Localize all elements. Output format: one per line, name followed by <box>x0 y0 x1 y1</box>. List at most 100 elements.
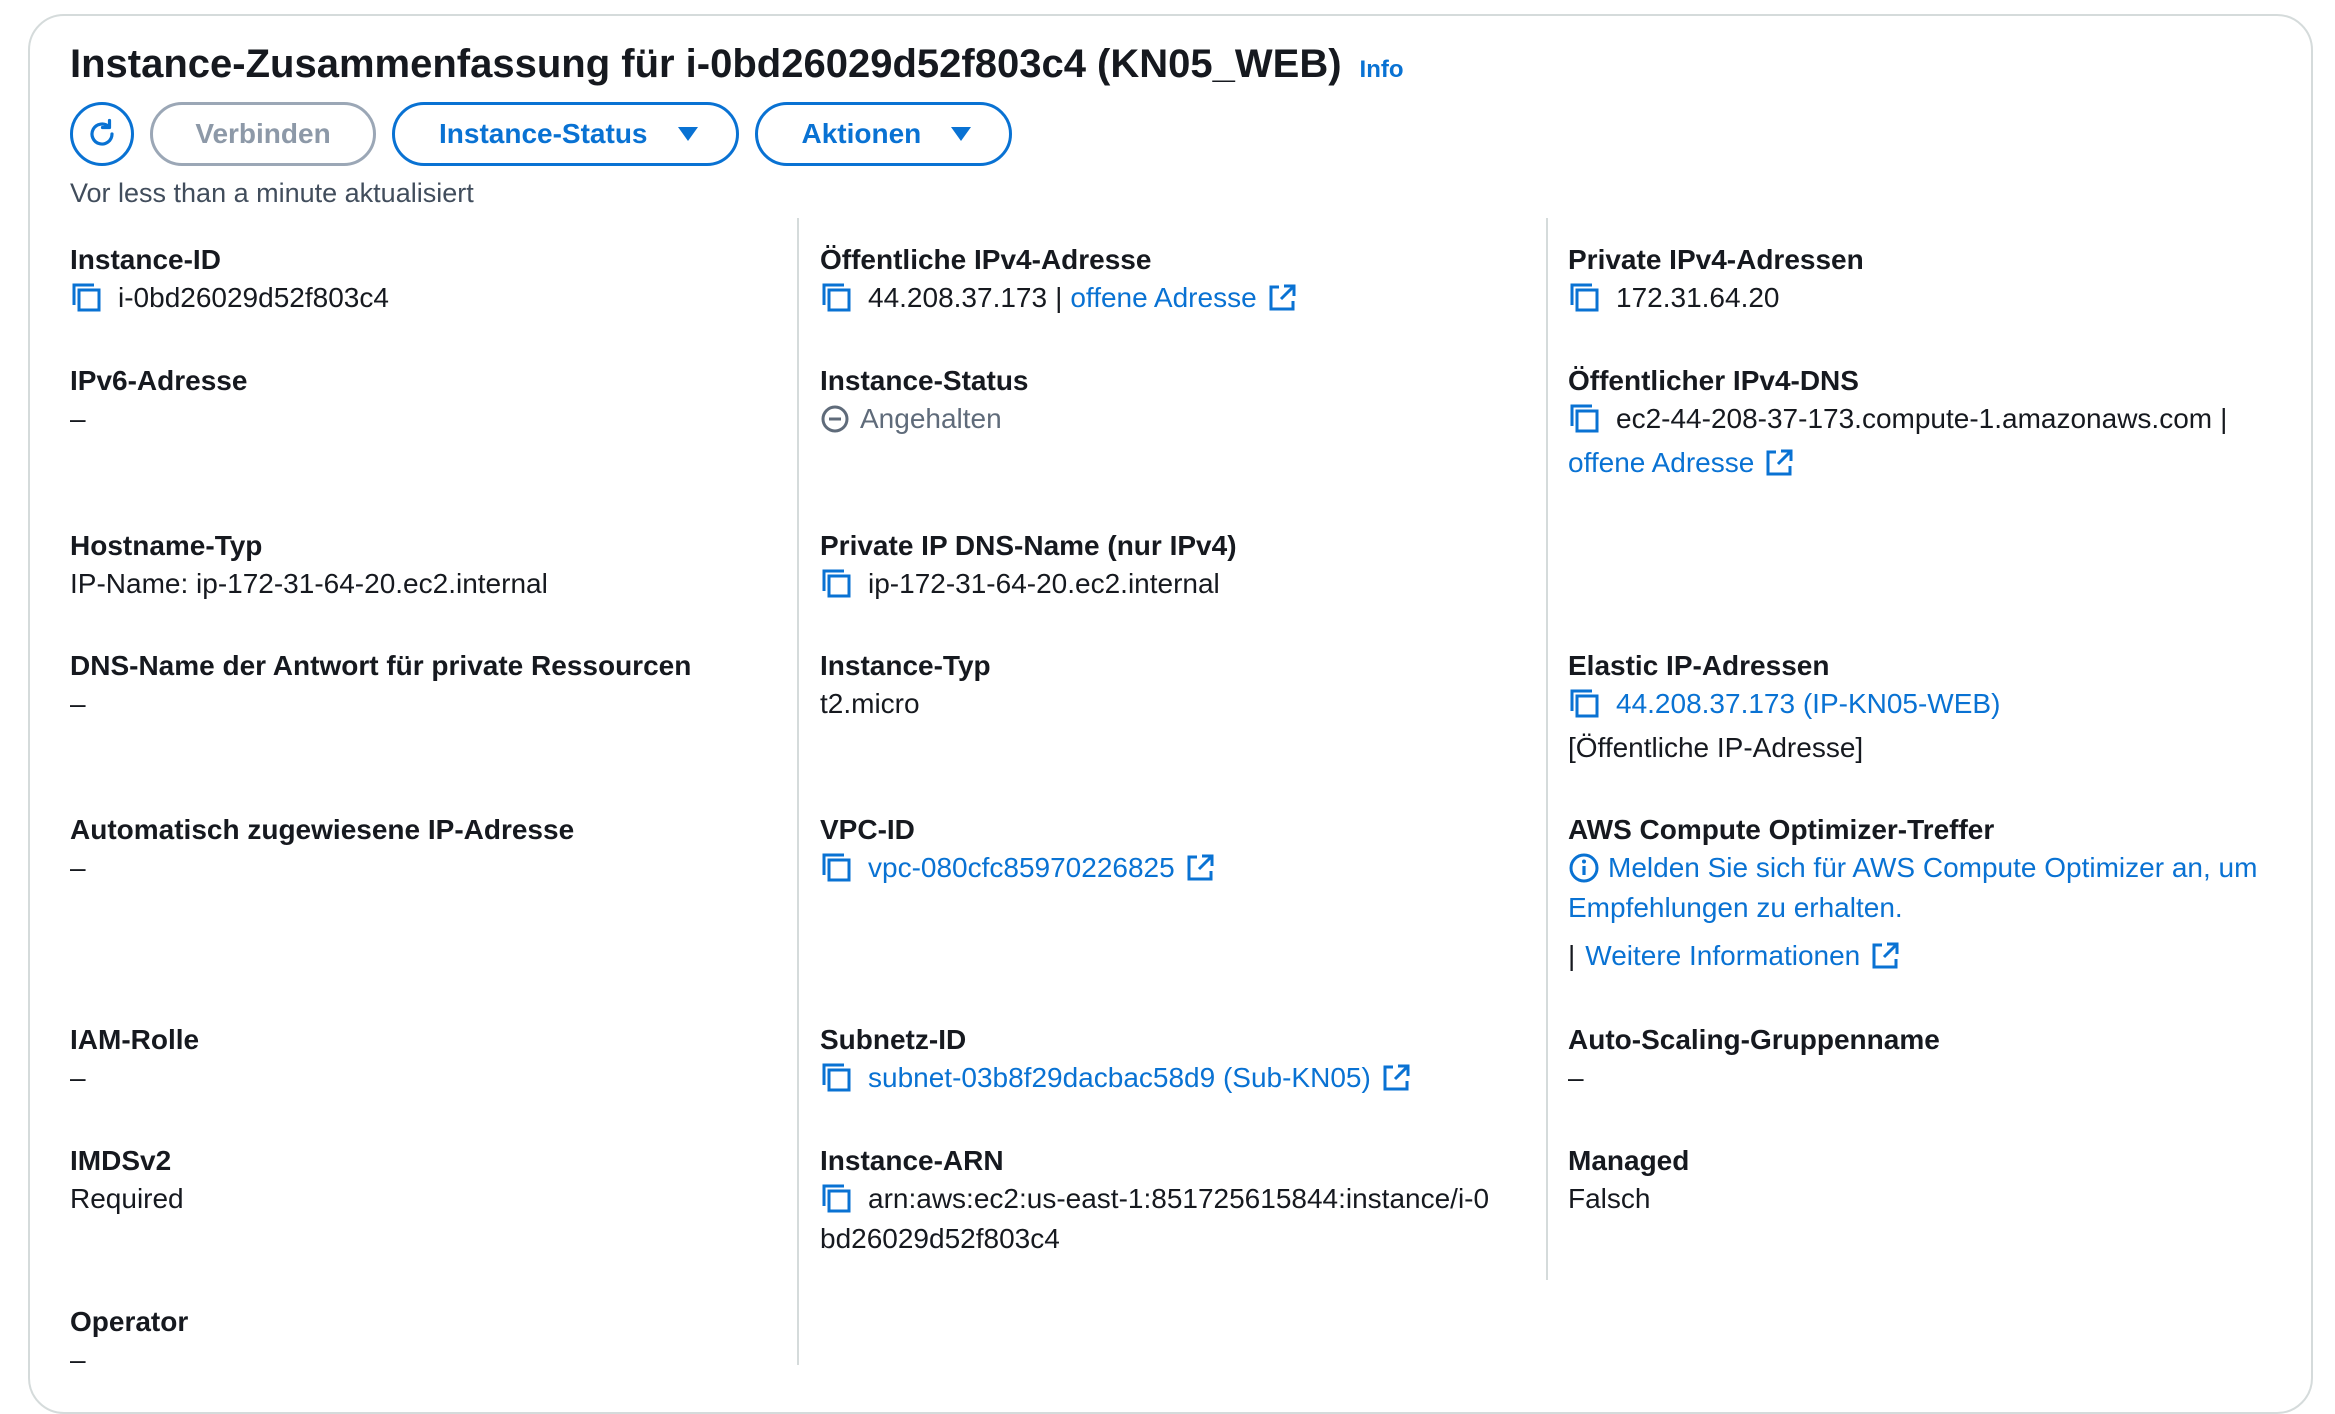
vpc-id-link[interactable]: vpc-080cfc85970226825 <box>868 848 1175 888</box>
field-label: Instance-Status <box>820 365 1029 396</box>
field-label: Öffentliche IPv4-Adresse <box>820 244 1152 275</box>
copy-icon[interactable] <box>820 1061 854 1095</box>
copy-icon[interactable] <box>820 281 854 315</box>
field-hostname-type: Hostname-Typ IP-Name: ip-172-31-64-20.ec… <box>70 528 548 604</box>
field-label: Managed <box>1568 1145 1690 1176</box>
subnet-id-link[interactable]: subnet-03b8f29dacbac58d9 (Sub-KN05) <box>868 1058 1371 1098</box>
field-value-row: 44.208.37.173 | offene Adresse <box>820 278 1297 318</box>
field-value-row: offene Adresse <box>1568 443 2235 483</box>
field-label: Automatisch zugewiesene IP-Adresse <box>70 814 575 845</box>
copy-icon[interactable] <box>820 1182 854 1216</box>
field-managed: Managed Falsch <box>1568 1143 1689 1219</box>
elastic-ip-link[interactable]: 44.208.37.173 (IP-KN05-WEB) <box>1616 684 2000 724</box>
actions-dropdown[interactable]: Aktionen <box>754 102 1013 166</box>
optimizer-signup-link[interactable]: Melden Sie sich für AWS Compute Optimize… <box>1608 848 2257 888</box>
elastic-ip-note: [Öffentliche IP-Adresse] <box>1568 732 1864 763</box>
external-link-icon[interactable] <box>1764 448 1794 478</box>
field-auto-scaling-group: Auto-Scaling-Gruppenname – <box>1568 1022 1940 1098</box>
field-imdsv2: IMDSv2 Required <box>70 1143 184 1219</box>
info-icon <box>1569 853 1599 883</box>
column-divider <box>1546 218 1548 1280</box>
field-label: Private IP DNS-Name (nur IPv4) <box>820 530 1237 561</box>
field-value-row: 44.208.37.173 (IP-KN05-WEB) <box>1568 684 2000 724</box>
field-iam-role: IAM-Rolle – <box>70 1022 199 1098</box>
copy-icon[interactable] <box>820 851 854 885</box>
field-value-row: Angehalten <box>820 399 1029 439</box>
field-label: Elastic IP-Adressen <box>1568 650 1830 681</box>
field-label: Öffentlicher IPv4-DNS <box>1568 365 1859 396</box>
field-private-dns: Private IP DNS-Name (nur IPv4) ip-172-31… <box>820 528 1237 604</box>
instance-status-value: Angehalten <box>860 403 1002 434</box>
field-public-ipv4: Öffentliche IPv4-Adresse 44.208.37.173 |… <box>820 242 1297 318</box>
field-label: Operator <box>70 1306 189 1337</box>
field-label: Private IPv4-Adressen <box>1568 244 1864 275</box>
managed-value: Falsch <box>1568 1183 1651 1214</box>
field-value-row: | Weitere Informationen <box>1568 936 2257 976</box>
field-label: IPv6-Adresse <box>70 365 248 396</box>
field-compute-optimizer: AWS Compute Optimizer-Treffer Melden Sie… <box>1568 812 2257 976</box>
field-operator: Operator – <box>70 1304 188 1380</box>
iam-role-value: – <box>70 1062 86 1093</box>
field-label: Subnetz-ID <box>820 1024 967 1055</box>
external-link-icon[interactable] <box>1870 941 1900 971</box>
header: Instance-Zusammenfassung für i-0bd26029d… <box>70 42 1404 87</box>
field-instance-type: Instance-Typ t2.micro <box>820 648 991 724</box>
field-label: VPC-ID <box>820 814 915 845</box>
field-label: IAM-Rolle <box>70 1024 200 1055</box>
field-value-row: ec2-44-208-37-173.compute-1.amazonaws.co… <box>1568 399 2235 439</box>
field-value-row: 172.31.64.20 <box>1568 278 1864 318</box>
field-ipv6: IPv6-Adresse – <box>70 363 247 439</box>
field-elastic-ip: Elastic IP-Adressen 44.208.37.173 (IP-KN… <box>1568 648 2000 768</box>
info-link[interactable]: Info <box>1360 56 1404 84</box>
copy-icon[interactable] <box>1568 687 1602 721</box>
external-link-icon[interactable] <box>1185 853 1215 883</box>
instance-id-value: i-0bd26029d52f803c4 <box>118 282 389 313</box>
field-label: Instance-ARN <box>820 1145 1004 1176</box>
copy-icon[interactable] <box>1568 281 1602 315</box>
field-label: DNS-Name der Antwort für private Ressour… <box>70 650 692 681</box>
open-address-link[interactable]: offene Adresse <box>1568 443 1754 483</box>
field-label: Instance-ID <box>70 244 221 275</box>
instance-arn-value-continued: bd26029d52f803c4 <box>820 1223 1060 1254</box>
field-label: Hostname-Typ <box>70 530 263 561</box>
field-value-row: arn:aws:ec2:us-east-1:851725615844:insta… <box>820 1179 1489 1219</box>
field-auto-ip: Automatisch zugewiesene IP-Adresse – <box>70 812 574 888</box>
public-ipv4-value: 44.208.37.173 <box>868 282 1048 313</box>
field-instance-arn: Instance-ARN arn:aws:ec2:us-east-1:85172… <box>820 1143 1489 1259</box>
refresh-button[interactable] <box>70 102 134 166</box>
separator: | <box>1055 282 1063 313</box>
copy-icon[interactable] <box>820 567 854 601</box>
private-ipv4-value: 172.31.64.20 <box>1616 282 1780 313</box>
more-info-link[interactable]: Weitere Informationen <box>1585 936 1860 976</box>
copy-icon[interactable] <box>1568 402 1602 436</box>
field-label: Auto-Scaling-Gruppenname <box>1568 1024 1940 1055</box>
field-value-row: vpc-080cfc85970226825 <box>820 848 1215 888</box>
imdsv2-value: Required <box>70 1183 184 1214</box>
dns-answer-value: – <box>70 688 86 719</box>
connect-button[interactable]: Verbinden <box>150 102 376 166</box>
external-link-icon[interactable] <box>1381 1063 1411 1093</box>
operator-value: – <box>70 1344 86 1375</box>
instance-status-dropdown[interactable]: Instance-Status <box>392 102 739 166</box>
last-updated-text: Vor less than a minute aktualisiert <box>70 178 474 208</box>
field-instance-status: Instance-Status Angehalten <box>820 363 1029 439</box>
external-link-icon[interactable] <box>1267 283 1297 313</box>
actions-label: Aktionen <box>801 118 922 149</box>
instance-status-label: Instance-Status <box>439 118 648 149</box>
field-value-row: Melden Sie sich für AWS Compute Optimize… <box>1568 848 2257 888</box>
field-subnet-id: Subnetz-ID subnet-03b8f29dacbac58d9 (Sub… <box>820 1022 1411 1098</box>
auto-scaling-group-value: – <box>1568 1062 1584 1093</box>
instance-type-value: t2.micro <box>820 688 920 719</box>
private-dns-value: ip-172-31-64-20.ec2.internal <box>868 568 1220 599</box>
separator: | <box>1568 940 1576 971</box>
field-private-ipv4: Private IPv4-Adressen 172.31.64.20 <box>1568 242 1864 318</box>
field-instance-id: Instance-ID i-0bd26029d52f803c4 <box>70 242 389 318</box>
optimizer-signup-link-continued[interactable]: Empfehlungen zu erhalten. <box>1568 888 2257 928</box>
field-public-dns: Öffentlicher IPv4-DNS ec2-44-208-37-173.… <box>1568 363 2235 483</box>
field-vpc-id: VPC-ID vpc-080cfc85970226825 <box>820 812 1215 888</box>
copy-icon[interactable] <box>70 281 104 315</box>
open-address-link[interactable]: offene Adresse <box>1070 278 1256 318</box>
toolbar: Verbinden Instance-Status Aktionen <box>70 102 1013 166</box>
field-value-row: i-0bd26029d52f803c4 <box>70 278 389 318</box>
field-dns-answer: DNS-Name der Antwort für private Ressour… <box>70 648 691 724</box>
